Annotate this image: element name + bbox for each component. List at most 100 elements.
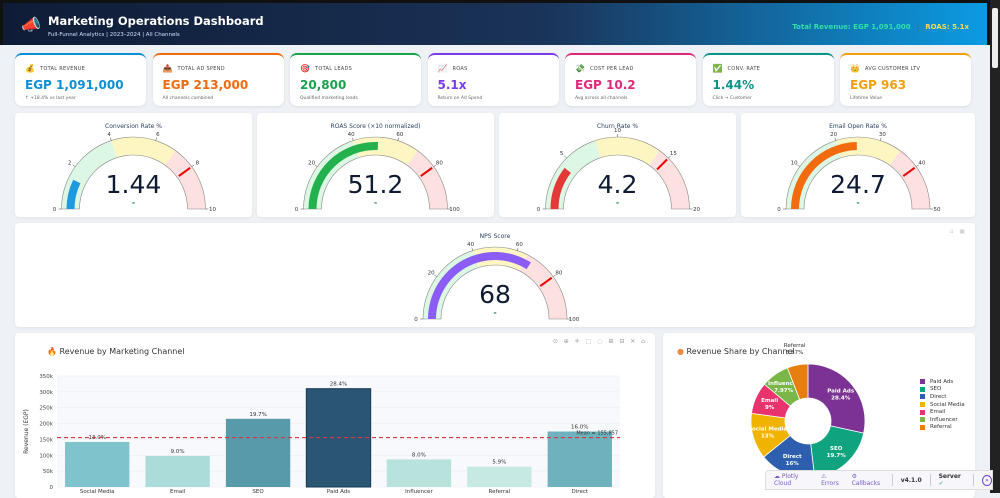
page-title: Marketing Operations Dashboard [48, 14, 264, 28]
bar[interactable] [225, 418, 291, 487]
version-label: v4.1.0 [900, 476, 922, 484]
legend-swatch [920, 409, 925, 415]
gauge-tick-label: 60 [516, 242, 523, 248]
x-tick-label: Referral [489, 489, 511, 495]
megaphone-icon: 📣 [21, 15, 41, 34]
kpi-subtext: All channels combined [162, 96, 214, 101]
y-tick-label: 350k [39, 374, 53, 380]
x-tick-label: Paid Ads [327, 489, 350, 495]
gauge-card: 0 20 40 60 80 100 51.2- ROAS Score (×10 normali… [257, 113, 494, 217]
gauge-tick-label: 0 [537, 207, 541, 213]
gauge-tick-label: 0 [777, 207, 781, 213]
gauge-value: 1.44 [106, 170, 162, 199]
legend-item[interactable]: Influencer [920, 416, 965, 424]
scrollbar-thumb[interactable] [992, 8, 998, 68]
server-label: Server [938, 473, 961, 480]
kpi-label: COST PER LEAD [590, 66, 634, 72]
legend-item[interactable]: Referral [920, 424, 965, 432]
divider [929, 474, 931, 486]
pie-label-name: Paid Ads [827, 389, 855, 395]
gauge-tick [110, 137, 112, 141]
kpi-label: ROAS [452, 66, 468, 72]
gauge-tick-label: 0 [53, 207, 57, 213]
kpi-label: TOTAL REVENUE [40, 66, 86, 72]
bar[interactable] [386, 459, 452, 487]
legend-item[interactable]: Email [920, 408, 965, 416]
pie-label-name: Direct [783, 454, 802, 460]
gauge-card: 0 10 20 30 40 50 24.7- Email Open Rate % [741, 113, 975, 217]
bar[interactable] [145, 455, 210, 487]
y-tick-label: 100k [39, 453, 53, 459]
kpi-subtext: Qualified marketing leads [300, 96, 358, 101]
x-tick-label: Email [170, 489, 186, 495]
devtools-callbacks[interactable]: ⚙ Callbacks [852, 473, 884, 487]
legend-item[interactable]: SEO [920, 386, 965, 394]
y-tick-label: 300k [39, 390, 53, 396]
y-tick-label: 250k [39, 406, 53, 412]
gauge-title: Email Open Rate % [829, 123, 887, 130]
kpi-value: EGP 1,091,000 [25, 78, 124, 92]
gauge-tick-label: 6 [156, 132, 160, 138]
gauge-delta: - [493, 308, 496, 317]
gauge-tick-label: 0 [295, 207, 299, 213]
bar[interactable] [65, 441, 130, 487]
pie-label-value: 28.4% [831, 396, 851, 402]
devtools-plotly-cloud[interactable]: ☁ Plotly Cloud [774, 473, 813, 487]
server-status[interactable]: Server ✓ [939, 473, 965, 487]
crown-icon: 👑 [850, 64, 860, 73]
kpi-card: ✅ CONV. RATE 1.44% Click → Customer [702, 53, 834, 106]
x-tick-label: Direct [572, 489, 589, 495]
gauge-tick [314, 164, 318, 167]
gauge-tick [397, 137, 399, 141]
bar[interactable] [547, 431, 612, 488]
kpi-subtext: Return on Ad Spend [437, 96, 483, 101]
x-tick-label: Influencer [405, 489, 433, 495]
gauge-tick [564, 155, 567, 159]
gauge-tick-label: 20 [308, 161, 315, 167]
legend-swatch [920, 402, 925, 408]
legend-label: Direct [930, 393, 947, 400]
gauge-tick-label: 80 [436, 161, 443, 167]
legend-label: Referral [930, 424, 952, 431]
legend-item[interactable]: Paid Ads [920, 378, 965, 386]
pie-label-value: 16% [786, 461, 800, 467]
gauge-tick-label: 20 [428, 271, 435, 277]
kpi-card: 💰 TOTAL REVENUE EGP 1,091,000 ↑ +18.4% vs l… [15, 53, 146, 106]
gauge-tick-label: 100 [449, 207, 460, 213]
gauge-value: 51.2 [348, 170, 404, 199]
gauge-tick-label: 50 [934, 207, 941, 213]
gauge-tick [471, 247, 473, 251]
legend-item[interactable]: Social Media [920, 401, 965, 409]
target-icon: 🎯 [300, 64, 310, 73]
gauge-value: 68 [479, 280, 511, 309]
gauge-tick-label: 40 [348, 132, 355, 138]
expand-devtools-icon[interactable]: » [981, 474, 992, 486]
devtools-errors[interactable]: ⚠ Errors [821, 473, 844, 487]
legend-item[interactable]: Direct [920, 393, 965, 401]
gauge-tick-label: 5 [560, 151, 564, 157]
check-icon: ✅ [712, 64, 723, 73]
pie-label-name: Referral [784, 343, 806, 349]
gauge-tick-label: 2 [68, 161, 72, 167]
divider [973, 474, 974, 486]
outbox-icon: 📤 [162, 64, 173, 73]
bar-data-label: 8.0% [412, 452, 426, 458]
kpi-value: 5.1x [437, 78, 467, 92]
errors-label: Errors [821, 480, 839, 487]
gauge-step [111, 137, 176, 166]
bar-data-label: 9.0% [171, 449, 185, 455]
gauge-tick [517, 247, 519, 251]
kpi-label: CONV. RATE [727, 66, 761, 72]
money-bag-icon: 💰 [25, 64, 35, 73]
pie-slice-label: Referral 5.87% [784, 343, 806, 356]
pie-label-value: 7.97% [774, 388, 794, 394]
page-scrollbar[interactable] [990, 0, 1000, 493]
bar-data-label: 28.4% [330, 382, 347, 388]
legend-swatch [920, 386, 925, 392]
kpi-card: 👑 AVG CUSTOMER LTV EGP 963 Lifetime Value [840, 53, 971, 106]
pie-label-name: Email [761, 398, 778, 404]
y-tick-label: 200k [39, 422, 53, 428]
y-tick-label: 150k [39, 437, 53, 443]
bar[interactable] [467, 466, 532, 487]
gauge-tick [155, 137, 157, 141]
